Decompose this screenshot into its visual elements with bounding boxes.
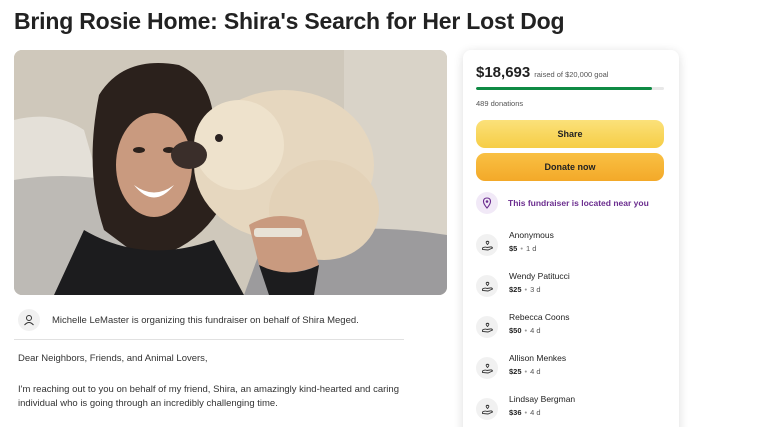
divider [14,339,404,340]
goal-text: raised of $20,000 goal [534,70,609,79]
donor-time: 1 d [525,244,537,253]
donor-name: Anonymous [509,230,554,240]
nearby-notice: This fundraiser is located near you [476,192,649,214]
donor-amount: $5 [509,244,518,253]
raised-summary: $18,693 raised of $20,000 goal [476,64,608,81]
donor-item: Wendy Patitucci $25 • 3 d [476,271,570,297]
page-title: Bring Rosie Home: Shira's Search for Her… [14,8,565,34]
story-paragraph: I'm reaching out to you on behalf of my … [18,384,399,409]
donation-hand-icon [476,234,498,256]
progress-fill [476,87,652,90]
story-greeting: Dear Neighbors, Friends, and Animal Love… [18,353,208,364]
donation-card: $18,693 raised of $20,000 goal 489 donat… [463,50,679,427]
donor-amount: $36 [509,408,522,417]
donor-name: Wendy Patitucci [509,271,570,281]
nearby-text: This fundraiser is located near you [508,198,649,208]
location-pin-icon [476,192,498,214]
donation-hand-icon [476,275,498,297]
organizer-text: Michelle LeMaster is organizing this fun… [52,314,359,326]
donation-hand-icon [476,398,498,420]
donor-item: Allison Menkes $25 • 4 d [476,353,566,379]
donor-item: Rebecca Coons $50 • 4 d [476,312,569,338]
donor-item: Lindsay Bergman $36 • 4 d [476,394,575,420]
share-button[interactable]: Share [476,120,664,148]
donor-time: 4 d [530,326,541,335]
donor-amount: $50 [509,326,522,335]
person-icon [18,309,40,331]
donor-name: Lindsay Bergman [509,394,576,404]
donor-amount: $25 [509,285,522,294]
donor-time: 4 d [530,367,541,376]
donation-hand-icon [476,357,498,379]
donor-amount: $25 [509,367,522,376]
fundraiser-photo [14,50,447,295]
donor-item: Anonymous $5 • 1 d [476,230,554,256]
organizer-row: Michelle LeMaster is organizing this fun… [14,306,406,334]
donor-name: Allison Menkes [509,353,567,363]
progress-bar [476,87,664,90]
donor-time: 3 d [530,285,541,294]
donor-name: Rebecca Coons [509,312,570,322]
donations-count: 489 donations [476,99,524,108]
donate-now-button[interactable]: Donate now [476,153,664,181]
raised-amount: $18,693 [476,64,531,81]
donor-time: 4 d [530,408,541,417]
donation-hand-icon [476,316,498,338]
